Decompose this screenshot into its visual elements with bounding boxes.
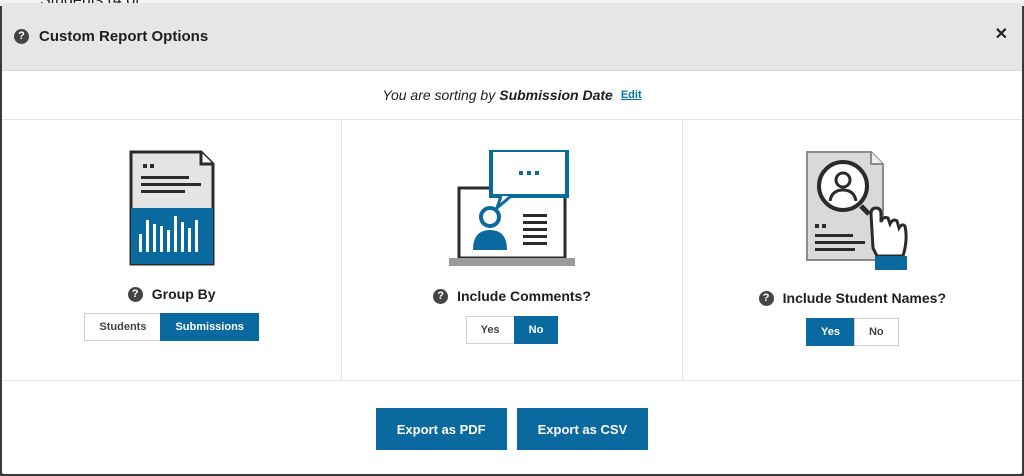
- names-yes-button[interactable]: Yes: [806, 318, 855, 346]
- include-student-names-label-row: ? Include Student Names?: [683, 290, 1022, 306]
- group-by-students-button[interactable]: Students: [84, 313, 162, 341]
- custom-report-modal: ? Custom Report Options ✕ You are sortin…: [2, 3, 1022, 474]
- help-icon[interactable]: ?: [127, 286, 143, 302]
- modal-title: Custom Report Options: [39, 28, 209, 45]
- include-student-names-label: Include Student Names?: [782, 290, 946, 306]
- comments-yes-button[interactable]: Yes: [465, 316, 515, 344]
- student-search-icon: [683, 150, 1022, 274]
- include-comments-label-row: ? Include Comments?: [342, 288, 681, 304]
- include-comments-toggle: Yes No: [342, 316, 681, 344]
- help-icon[interactable]: ?: [758, 290, 774, 306]
- sort-field: Submission Date: [499, 87, 613, 103]
- group-by-submissions-button[interactable]: Submissions: [160, 313, 259, 341]
- edit-sort-link[interactable]: Edit: [621, 89, 642, 101]
- modal-header: ? Custom Report Options ✕: [2, 3, 1022, 71]
- modal-footer: Export as PDF Export as CSV: [2, 381, 1022, 474]
- help-icon[interactable]: ?: [14, 29, 29, 44]
- help-icon[interactable]: ?: [433, 288, 449, 304]
- include-student-names-toggle: Yes No: [683, 318, 1022, 346]
- names-no-button[interactable]: No: [853, 318, 899, 346]
- options-row: ? Group By Students Submissions ? Includ…: [2, 120, 1022, 381]
- include-student-names-option: ? Include Student Names? Yes No: [683, 120, 1022, 380]
- sort-info-bar: You are sorting by Submission Date Edit: [2, 71, 1022, 120]
- group-by-label: Group By: [151, 286, 216, 302]
- include-comments-label: Include Comments?: [457, 288, 591, 304]
- report-document-icon: [2, 150, 341, 266]
- sort-prefix: You are sorting by: [382, 87, 496, 103]
- export-csv-button[interactable]: Export as CSV: [516, 408, 649, 450]
- comments-no-button[interactable]: No: [513, 316, 559, 344]
- group-by-option: ? Group By Students Submissions: [2, 120, 343, 380]
- export-pdf-button[interactable]: Export as PDF: [375, 408, 507, 450]
- comment-laptop-icon: [342, 150, 681, 268]
- include-comments-option: ? Include Comments? Yes No: [342, 120, 683, 380]
- close-icon[interactable]: ✕: [995, 27, 1008, 43]
- group-by-toggle: Students Submissions: [2, 313, 341, 341]
- group-by-label-row: ? Group By: [2, 286, 341, 302]
